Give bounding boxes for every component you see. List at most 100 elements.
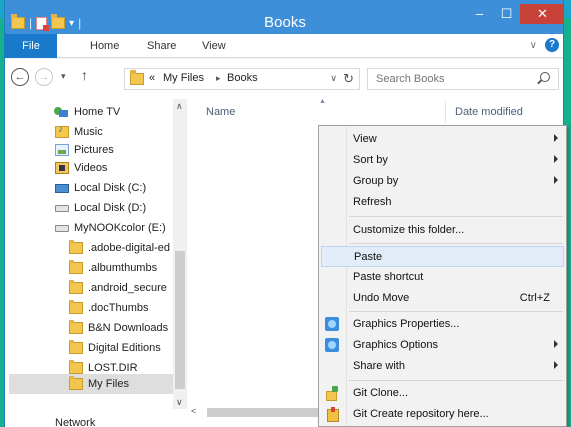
nav-item-label: Pictures bbox=[74, 144, 114, 156]
menu-item-graphics-options[interactable]: Graphics Options bbox=[321, 335, 564, 356]
nav-item-label: Music bbox=[74, 126, 103, 138]
breadcrumb-overflow[interactable]: « bbox=[149, 72, 155, 84]
navigation-pane: Home TV Music Pictures Videos Local Disk… bbox=[5, 99, 187, 427]
nav-item-label: .albumthumbs bbox=[88, 262, 158, 274]
nav-item-android-secure[interactable]: .android_secure bbox=[69, 278, 173, 298]
submenu-arrow-icon bbox=[554, 155, 558, 163]
menu-item-sort-by[interactable]: Sort by bbox=[321, 150, 564, 171]
nav-item-digital-editions[interactable]: Digital Editions bbox=[69, 338, 173, 358]
videos-folder-icon bbox=[55, 162, 69, 174]
git-clone-icon bbox=[325, 386, 339, 401]
menu-item-undo-move[interactable]: Undo Move Ctrl+Z bbox=[321, 288, 564, 309]
window-controls: – ☐ ✕ bbox=[466, 4, 563, 24]
nav-vertical-scrollbar[interactable]: ∧ ∨ bbox=[173, 99, 187, 409]
address-folder-icon bbox=[130, 70, 144, 85]
maximize-button[interactable]: ☐ bbox=[493, 4, 520, 24]
breadcrumb-separator-icon[interactable]: ▸ bbox=[216, 73, 221, 84]
nav-item-bn-downloads[interactable]: B&N Downloads bbox=[69, 318, 173, 338]
nav-item-label: B&N Downloads bbox=[88, 322, 169, 334]
music-folder-icon bbox=[55, 124, 69, 138]
search-input[interactable] bbox=[376, 71, 536, 87]
tab-file[interactable]: File bbox=[5, 34, 57, 58]
nav-item-network-partial[interactable]: Network bbox=[55, 417, 165, 427]
menu-item-view[interactable]: View bbox=[321, 129, 564, 150]
column-header-name[interactable]: Name bbox=[206, 106, 235, 118]
sort-ascending-icon: ▲ bbox=[319, 98, 326, 105]
menu-separator bbox=[349, 311, 563, 312]
nav-item-label: Digital Editions bbox=[88, 342, 161, 354]
menu-item-git-clone[interactable]: Git Clone... bbox=[321, 383, 564, 404]
menu-item-label: Undo Move bbox=[353, 292, 410, 304]
search-icon[interactable] bbox=[540, 72, 550, 82]
menu-item-label: Git Clone... bbox=[353, 387, 409, 399]
menu-item-git-create-repository[interactable]: Git Create repository here... bbox=[321, 404, 564, 425]
menu-item-label: Graphics Properties... bbox=[353, 318, 460, 330]
horizontal-scrollbar[interactable]: < bbox=[187, 405, 327, 419]
hscroll-thumb[interactable] bbox=[207, 408, 325, 417]
recent-locations-chevron-icon[interactable]: ▾ bbox=[61, 71, 66, 82]
nav-item-home-tv[interactable]: Home TV bbox=[53, 102, 171, 122]
submenu-arrow-icon bbox=[554, 176, 558, 184]
tab-home[interactable]: Home bbox=[90, 34, 119, 58]
folder-icon bbox=[69, 340, 83, 354]
nav-item-local-disk-c[interactable]: Local Disk (C:) bbox=[55, 178, 171, 198]
menu-item-label: Refresh bbox=[353, 196, 392, 208]
menu-separator bbox=[349, 216, 563, 217]
chevron-down-icon[interactable]: ∨ bbox=[530, 40, 537, 51]
drive-icon bbox=[55, 204, 69, 212]
help-icon[interactable]: ? bbox=[545, 38, 559, 52]
menu-separator bbox=[349, 380, 563, 381]
submenu-arrow-icon bbox=[554, 361, 558, 369]
menu-item-group-by[interactable]: Group by bbox=[321, 171, 564, 192]
scroll-thumb[interactable] bbox=[175, 251, 185, 389]
menu-separator bbox=[349, 243, 563, 244]
nav-item-music[interactable]: Music bbox=[55, 122, 171, 142]
breadcrumb-books[interactable]: Books bbox=[227, 72, 258, 84]
context-menu: View Sort by Group by Refresh Customize … bbox=[318, 125, 567, 427]
scroll-up-icon[interactable]: ∧ bbox=[176, 101, 183, 112]
menu-item-label: Share with bbox=[353, 360, 405, 372]
graphics-icon bbox=[325, 338, 339, 352]
refresh-icon[interactable]: ↻ bbox=[343, 71, 354, 87]
menu-item-paste[interactable]: Paste bbox=[321, 246, 564, 267]
folder-icon bbox=[69, 300, 83, 314]
menu-item-label: Paste shortcut bbox=[353, 271, 424, 283]
column-header-date-modified[interactable]: Date modified bbox=[455, 106, 523, 118]
up-button[interactable]: ↑ bbox=[81, 67, 88, 83]
tab-share[interactable]: Share bbox=[147, 34, 176, 58]
menu-item-customize-folder[interactable]: Customize this folder... bbox=[321, 220, 564, 241]
scroll-left-icon[interactable]: < bbox=[191, 406, 196, 416]
address-row: ← → ▾ ↑ « My Files ▸ Books ∨ ↻ bbox=[5, 59, 563, 99]
search-box bbox=[367, 68, 559, 90]
tab-view[interactable]: View bbox=[202, 34, 226, 58]
nav-item-docthumbs[interactable]: .docThumbs bbox=[69, 298, 173, 318]
nav-item-albumthumbs[interactable]: .albumthumbs bbox=[69, 258, 173, 278]
column-divider[interactable] bbox=[445, 101, 446, 123]
breadcrumb-my-files[interactable]: My Files bbox=[163, 72, 204, 84]
folder-icon bbox=[69, 320, 83, 334]
address-dropdown-icon[interactable]: ∨ bbox=[330, 73, 337, 84]
nav-item-label: Local Disk (D:) bbox=[74, 202, 147, 214]
menu-item-label: Paste bbox=[354, 251, 383, 263]
menu-item-refresh[interactable]: Refresh bbox=[321, 192, 564, 213]
menu-item-share-with[interactable]: Share with bbox=[321, 356, 564, 377]
close-button[interactable]: ✕ bbox=[520, 4, 563, 24]
forward-button[interactable]: → bbox=[35, 68, 53, 86]
nav-item-local-disk-d[interactable]: Local Disk (D:) bbox=[55, 198, 171, 218]
submenu-arrow-icon bbox=[554, 340, 558, 348]
folder-icon bbox=[69, 360, 83, 374]
nav-item-my-files[interactable]: My Files bbox=[9, 374, 173, 394]
nav-item-pictures[interactable]: Pictures bbox=[55, 140, 171, 160]
nav-item-label: .android_secure bbox=[88, 282, 167, 294]
menu-item-paste-shortcut[interactable]: Paste shortcut bbox=[321, 267, 564, 288]
address-bar[interactable]: « My Files ▸ Books ∨ ↻ bbox=[124, 68, 360, 90]
minimize-button[interactable]: – bbox=[466, 4, 493, 24]
back-button[interactable]: ← bbox=[11, 68, 29, 86]
menu-item-label: Customize this folder... bbox=[353, 224, 465, 236]
scroll-down-icon[interactable]: ∨ bbox=[176, 397, 183, 408]
menu-item-label: View bbox=[353, 133, 377, 145]
nav-item-mynookcolor-e[interactable]: MyNOOKcolor (E:) bbox=[55, 218, 171, 238]
menu-item-graphics-properties[interactable]: Graphics Properties... bbox=[321, 314, 564, 335]
nav-item-videos[interactable]: Videos bbox=[55, 158, 171, 178]
nav-item-adobe-digital-ed[interactable]: .adobe-digital-ed bbox=[69, 238, 173, 258]
